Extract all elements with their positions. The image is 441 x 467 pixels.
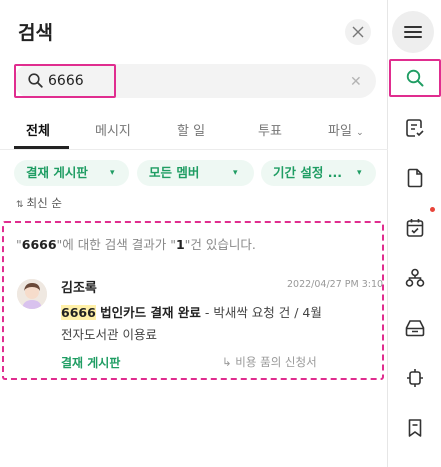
- close-button[interactable]: [345, 19, 371, 45]
- rail-search-highlight: [389, 59, 441, 97]
- rail-todo-button[interactable]: [395, 110, 435, 146]
- chevron-down-icon: ⌄: [356, 128, 364, 138]
- filter-period-label: 기간 설정 ...: [273, 165, 342, 180]
- integration-icon: [407, 369, 423, 387]
- notification-dot: [430, 207, 435, 212]
- panel-title: 검색: [18, 22, 53, 44]
- filter-period[interactable]: 기간 설정 ... ▾: [261, 160, 376, 186]
- menu-icon: [404, 26, 422, 38]
- file-icon: [407, 168, 423, 188]
- tab-messages[interactable]: 메시지: [95, 120, 131, 139]
- calendar-check-icon: [406, 219, 424, 237]
- clear-search-icon[interactable]: ✕: [350, 74, 362, 90]
- rail-bookmark-button[interactable]: [395, 410, 435, 446]
- tab-all[interactable]: 전체: [26, 120, 50, 139]
- org-chart-icon: [405, 268, 425, 287]
- search-panel: 검색 ✕ 전체 메시지 할 일 투표 파일 ⌄ 결재 게시판 ▾ 모든 멤버 ▾…: [0, 0, 388, 467]
- sort-label: 최신 순: [26, 196, 62, 210]
- chevron-down-icon: ▾: [357, 168, 362, 178]
- tab-bar: 전체 메시지 할 일 투표 파일 ⌄: [0, 112, 388, 150]
- sort-icon: ⇅: [16, 200, 24, 210]
- search-result-item-highlight: [2, 221, 384, 380]
- filter-board-label: 결재 게시판: [26, 165, 88, 180]
- active-tab-indicator: [14, 146, 69, 149]
- rail-org-button[interactable]: [395, 260, 435, 296]
- filter-members[interactable]: 모든 멤버 ▾: [137, 160, 254, 186]
- rail-inbox-button[interactable]: [395, 310, 435, 346]
- sort-toggle[interactable]: ⇅ 최신 순: [16, 195, 62, 211]
- search-highlight: [14, 64, 116, 98]
- filter-board[interactable]: 결재 게시판 ▾: [14, 160, 129, 186]
- chevron-down-icon: ▾: [110, 168, 115, 178]
- tab-poll[interactable]: 투표: [258, 120, 282, 139]
- tab-todo[interactable]: 할 일: [177, 120, 205, 139]
- bookmark-icon: [408, 419, 422, 437]
- todo-icon: [406, 119, 424, 137]
- menu-button[interactable]: [392, 11, 434, 53]
- chevron-down-icon: ▾: [233, 168, 238, 178]
- rail-integration-button[interactable]: [395, 360, 435, 396]
- inbox-icon: [405, 320, 425, 337]
- rail-file-button[interactable]: [395, 160, 435, 196]
- close-icon: [352, 26, 364, 38]
- filter-members-label: 모든 멤버: [149, 165, 200, 180]
- tab-files-label: 파일: [328, 124, 352, 139]
- tab-files[interactable]: 파일 ⌄: [328, 120, 364, 139]
- rail-calendar-button[interactable]: [395, 210, 435, 246]
